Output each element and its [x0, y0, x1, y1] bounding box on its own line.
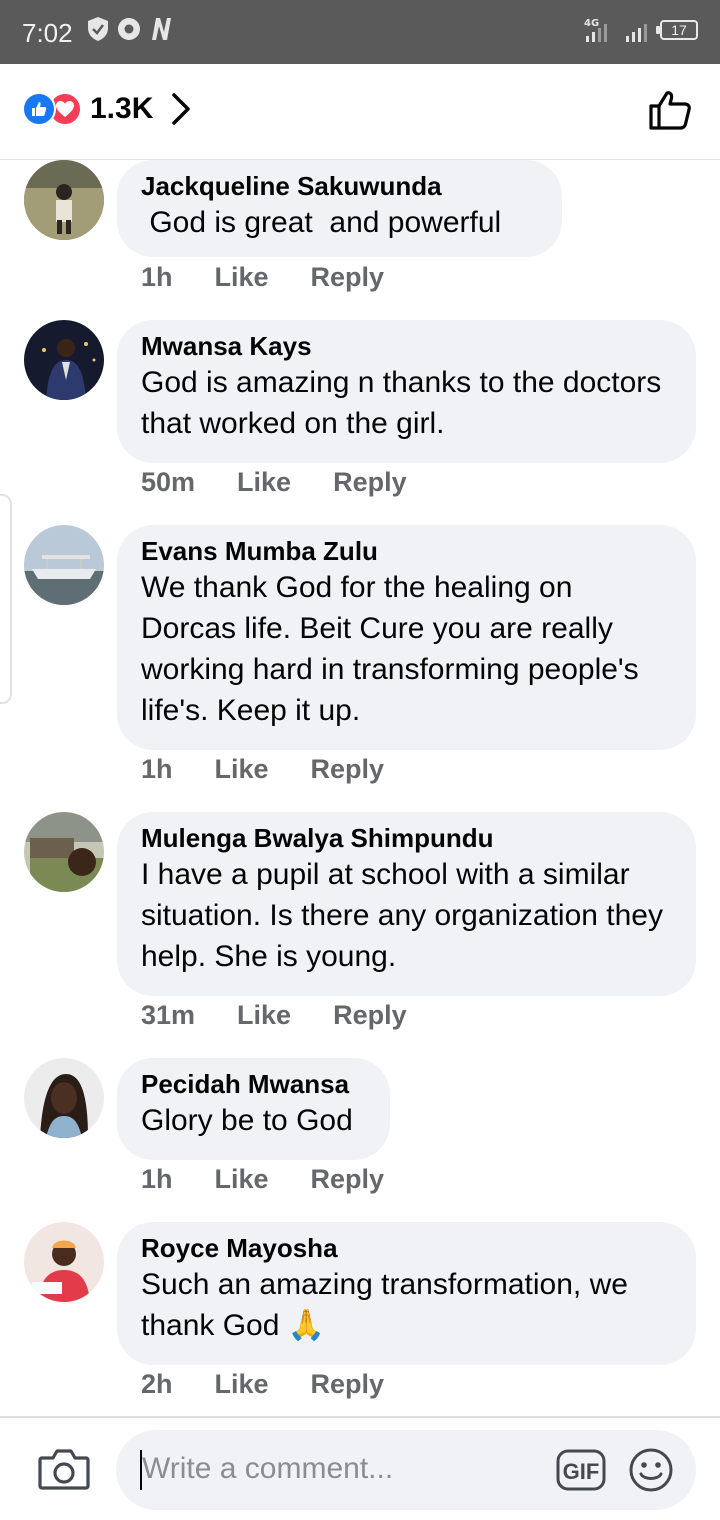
like-button[interactable]: Like: [237, 1000, 291, 1031]
camera-icon: [38, 1449, 90, 1490]
side-panel-handle[interactable]: [0, 494, 12, 704]
comment-meta: 2h Like Reply: [141, 1369, 426, 1400]
comment-meta: 31m Like Reply: [141, 1000, 449, 1031]
reply-button[interactable]: Reply: [311, 1369, 385, 1400]
comment-meta: 50m Like Reply: [141, 467, 449, 498]
reply-button[interactable]: Reply: [311, 262, 385, 293]
like-button[interactable]: Like: [237, 467, 291, 498]
avatar[interactable]: [24, 1058, 104, 1138]
chrome-icon: [118, 18, 140, 40]
comment-author[interactable]: Evans Mumba Zulu: [141, 535, 672, 567]
comment-author[interactable]: Royce Mayosha: [141, 1232, 672, 1264]
status-system-icons: 4G 17: [584, 16, 698, 44]
chevron-right-icon: [172, 93, 191, 125]
comment-text: Glory be to God: [141, 1104, 353, 1137]
status-notification-icons: [86, 16, 174, 42]
comment-bubble[interactable]: Royce Mayosha Such an amazing transforma…: [117, 1222, 696, 1365]
svg-text:4G: 4G: [584, 18, 599, 29]
like-button[interactable]: Like: [215, 262, 269, 293]
avatar[interactable]: [24, 1222, 104, 1302]
comment-author[interactable]: Pecidah Mwansa: [141, 1068, 366, 1100]
comment-author[interactable]: Mulenga Bwalya Shimpundu: [141, 822, 672, 854]
reply-button[interactable]: Reply: [311, 754, 385, 785]
avatar[interactable]: [24, 525, 104, 605]
comment-bubble[interactable]: Evans Mumba Zulu We thank God for the he…: [117, 525, 696, 750]
netflix-icon: [152, 18, 171, 40]
comments-sheet: 1.3K Jackqueline Sakuwunda God is great …: [0, 64, 720, 1520]
comment-text: I have a pupil at school with a similar …: [141, 858, 663, 973]
comment-text: God is great and powerful: [141, 206, 502, 239]
reply-button[interactable]: Reply: [311, 1164, 385, 1195]
signal-4g-icon: 4G: [584, 18, 607, 42]
battery-level: 17: [671, 22, 687, 38]
comment-composer: Write a comment... GIF: [0, 1416, 720, 1520]
gif-icon: GIF: [556, 1449, 606, 1491]
avatar[interactable]: [24, 812, 104, 892]
comments-header: 1.3K: [0, 64, 720, 160]
comment-input[interactable]: Write a comment... GIF: [116, 1430, 696, 1510]
status-time: 7:02: [22, 18, 73, 48]
comment-time[interactable]: 2h: [141, 1369, 173, 1400]
comment-time[interactable]: 50m: [141, 467, 195, 498]
comment-bubble[interactable]: Jackqueline Sakuwunda God is great and p…: [117, 160, 562, 257]
comment-input-placeholder: Write a comment...: [142, 1452, 394, 1485]
reply-button[interactable]: Reply: [333, 1000, 407, 1031]
reactions-summary[interactable]: 1.3K: [22, 92, 191, 126]
status-bar: 7:02 4G 17: [0, 0, 720, 64]
comment-meta: 1h Like Reply: [141, 262, 426, 293]
comment-bubble[interactable]: Pecidah Mwansa Glory be to God: [117, 1058, 390, 1160]
comment-bubble[interactable]: Mwansa Kays God is amazing n thanks to t…: [117, 320, 696, 463]
comment-meta: 1h Like Reply: [141, 1164, 426, 1195]
comment-time[interactable]: 1h: [141, 1164, 173, 1195]
comment-author[interactable]: Mwansa Kays: [141, 330, 672, 362]
like-button[interactable]: Like: [215, 754, 269, 785]
comment-time[interactable]: 1h: [141, 262, 173, 293]
svg-text:GIF: GIF: [563, 1459, 600, 1484]
gif-button[interactable]: GIF: [556, 1448, 606, 1497]
emoji-button[interactable]: [628, 1447, 674, 1498]
shield-icon: [88, 17, 108, 41]
reply-button[interactable]: Reply: [333, 467, 407, 498]
comment-time[interactable]: 31m: [141, 1000, 195, 1031]
like-button[interactable]: Like: [215, 1164, 269, 1195]
comment-text: Such an amazing transformation, we thank…: [141, 1268, 628, 1342]
like-post-button[interactable]: [648, 88, 692, 137]
emoji-icon: [629, 1448, 673, 1492]
avatar[interactable]: [24, 320, 104, 400]
like-button[interactable]: Like: [215, 1369, 269, 1400]
comment-meta: 1h Like Reply: [141, 754, 426, 785]
battery-icon: 17: [656, 20, 698, 40]
comment-text: We thank God for the healing on Dorcas l…: [141, 571, 639, 727]
reaction-count: 1.3K: [90, 92, 154, 125]
comment-text: God is amazing n thanks to the doctors t…: [141, 366, 662, 440]
comment-author[interactable]: Jackqueline Sakuwunda: [141, 170, 538, 202]
like-reaction-icon: [22, 92, 56, 126]
camera-button[interactable]: [38, 1446, 90, 1497]
avatar[interactable]: [24, 160, 104, 240]
comment-bubble[interactable]: Mulenga Bwalya Shimpundu I have a pupil …: [117, 812, 696, 996]
thumbs-up-icon: [649, 91, 691, 130]
comment-time[interactable]: 1h: [141, 754, 173, 785]
signal-icon: [626, 24, 647, 42]
